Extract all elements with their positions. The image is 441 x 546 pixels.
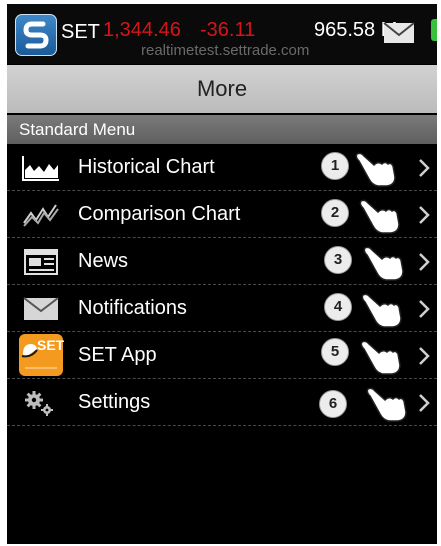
index-name: SET [61,21,100,43]
pointing-hand-icon [355,152,396,187]
step-number-badge: 4 [324,293,352,321]
menu-item-label: Settings [78,391,151,413]
news-icon [24,249,58,275]
menu-item-label: News [78,250,129,272]
step-number-badge: 3 [324,246,352,274]
chevron-right-icon [419,394,430,412]
menu-item-historical-chart[interactable]: Historical Chart 1 [7,144,437,191]
pointing-hand-icon [363,246,404,281]
menu-item-label: SET App [78,344,157,366]
comparison-chart-icon [23,204,59,227]
phone-screen: SET 1,344.46 -36.11 965.58 M realtimetes… [7,4,437,544]
set-app-logo-text: SET [37,337,65,353]
menu-item-label: Notifications [78,297,187,319]
menu-item-notifications[interactable]: Notifications 4 [7,285,437,332]
step-number-badge: 2 [321,199,349,227]
menu-item-news[interactable]: News 3 [7,238,437,285]
chevron-right-icon [419,300,430,318]
menu-item-comparison-chart[interactable]: Comparison Chart 2 [7,191,437,238]
step-number-badge: 6 [319,390,347,418]
gear-icon [25,391,53,416]
step-number-badge: 5 [321,338,349,366]
chevron-right-icon [419,159,430,177]
menu-item-label: Historical Chart [78,156,215,178]
pointing-hand-icon [366,387,407,422]
server-address: realtimetest.settrade.com [141,42,310,59]
chevron-right-icon [419,347,430,365]
chevron-right-icon [419,253,430,271]
page-header: More [7,65,437,113]
page-title: More [196,76,248,101]
mail-icon[interactable] [383,22,415,44]
pointing-hand-icon [360,340,401,375]
battery-icon [431,19,437,41]
index-value: 1,344.46 [103,19,181,41]
step-number-badge: 1 [321,152,349,180]
historical-chart-icon [22,156,59,181]
section-title: Standard Menu [19,120,136,139]
pointing-hand-icon [361,293,402,328]
menu-item-label: Comparison Chart [78,203,241,225]
menu-item-settings[interactable]: Settings 6 [7,379,437,426]
status-bar: SET 1,344.46 -36.11 965.58 M realtimetes… [7,4,437,64]
pointing-hand-icon [359,199,400,234]
set-app-icon: SET [19,334,65,376]
section-header: Standard Menu [7,115,437,144]
mail-icon [23,297,59,320]
chevron-right-icon [419,206,430,224]
menu-item-set-app[interactable]: SET SET App 5 [7,332,437,379]
index-change: -36.11 [200,19,256,41]
settrade-logo-icon [15,14,57,56]
